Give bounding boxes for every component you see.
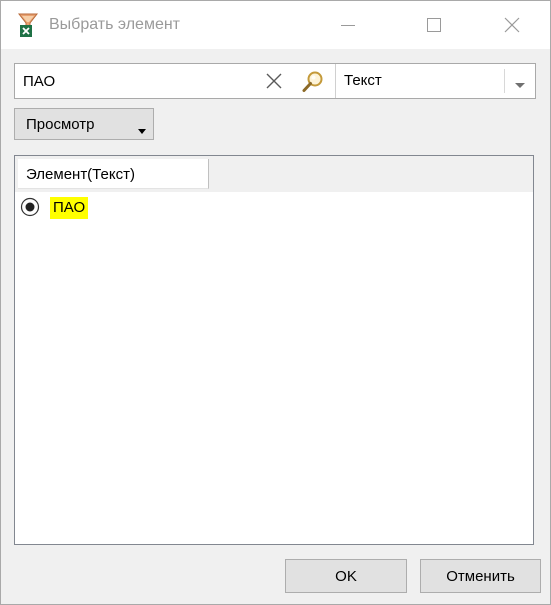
view-menu-button[interactable]: Просмотр [14, 108, 154, 140]
maximize-icon [427, 18, 441, 32]
title-bar: Выбрать элемент [1, 1, 550, 49]
search-field-select[interactable]: Текст [336, 64, 534, 98]
search-input[interactable] [15, 64, 265, 98]
view-button-label: Просмотр [26, 116, 95, 133]
close-button[interactable] [489, 1, 535, 49]
minimize-icon [341, 25, 355, 26]
column-header-label: Элемент(Текст) [26, 166, 135, 183]
column-header-element[interactable]: Элемент(Текст) [18, 159, 209, 189]
minimize-button[interactable] [325, 1, 371, 49]
search-field-value: Текст [344, 72, 382, 89]
clear-search-icon[interactable] [265, 72, 283, 90]
select-element-dialog: Выбрать элемент ПАО Текст Просмотр Элеме… [0, 0, 551, 605]
chevron-down-icon [514, 77, 526, 94]
ok-button[interactable]: OK [285, 559, 407, 593]
list-item-label: ПАО [50, 197, 89, 219]
element-list[interactable]: Элемент(Текст) ПАО [14, 155, 534, 545]
list-item[interactable]: ПАО [18, 194, 318, 222]
cancel-button[interactable]: Отменить [420, 559, 541, 593]
maximize-button[interactable] [411, 1, 457, 49]
close-icon [504, 17, 520, 33]
radio-selected-icon[interactable] [20, 197, 40, 217]
dropdown-arrow-icon [137, 122, 147, 139]
magnifier-icon[interactable] [301, 70, 325, 94]
dropdown-divider [504, 69, 505, 93]
excel-filter-icon [16, 12, 40, 38]
window-title: Выбрать элемент [49, 16, 180, 33]
search-box: Текст [14, 63, 536, 99]
list-header: Элемент(Текст) [15, 156, 533, 192]
